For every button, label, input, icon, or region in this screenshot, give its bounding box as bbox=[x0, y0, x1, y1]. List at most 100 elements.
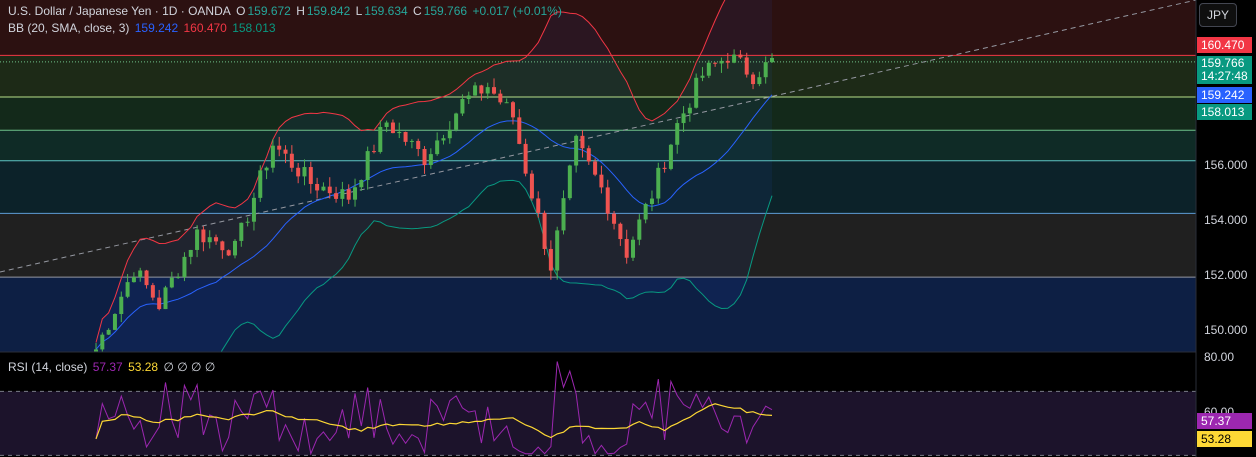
bb-label: BB (20, SMA, close, 3) bbox=[8, 21, 130, 35]
candle-body bbox=[289, 153, 294, 168]
candle-body bbox=[473, 85, 478, 96]
low-value: 159.634 bbox=[364, 4, 408, 18]
change-value: +0.017 (+0.01%) bbox=[472, 4, 562, 18]
candle-body bbox=[397, 131, 402, 134]
candle-body bbox=[416, 140, 421, 150]
candle-body bbox=[428, 154, 433, 166]
candle-body bbox=[176, 277, 181, 279]
candle-body bbox=[447, 129, 452, 139]
candle-body bbox=[119, 296, 124, 315]
candle-body bbox=[353, 187, 358, 200]
candle-body bbox=[245, 221, 250, 223]
candle-body bbox=[422, 149, 427, 166]
candle-body bbox=[744, 57, 749, 75]
candle-body bbox=[492, 87, 497, 94]
candle-body bbox=[631, 239, 636, 258]
upper-band-badge: 160.470 bbox=[1197, 37, 1252, 53]
candle-body bbox=[662, 167, 667, 169]
candle-body bbox=[643, 203, 648, 220]
rsi-value: 57.37 bbox=[92, 360, 123, 374]
candle-body bbox=[719, 60, 724, 64]
countdown: 14:27:48 bbox=[1201, 69, 1248, 83]
candle-body bbox=[485, 87, 490, 94]
candle-body bbox=[201, 229, 206, 243]
candle-body bbox=[738, 54, 743, 58]
rsi-extra: ∅ ∅ ∅ ∅ bbox=[163, 360, 216, 374]
candle-body bbox=[365, 151, 370, 180]
candle-body bbox=[637, 219, 642, 240]
candle-body bbox=[466, 95, 471, 100]
rsi-badge: 57.37 bbox=[1197, 413, 1252, 429]
candle-body bbox=[751, 74, 756, 85]
candle-body bbox=[390, 122, 395, 134]
symbol-legend: U.S. Dollar / Japanese Yen · 1D · OANDA … bbox=[8, 4, 564, 18]
candle-body bbox=[725, 60, 730, 63]
candle-body bbox=[732, 54, 737, 63]
rsi-legend: RSI (14, close) 57.37 53.28 ∅ ∅ ∅ ∅ bbox=[8, 360, 217, 374]
candle-body bbox=[694, 77, 699, 108]
candle-body bbox=[435, 140, 440, 155]
close-label: C bbox=[413, 4, 422, 18]
candle-body bbox=[504, 102, 509, 104]
candle-body bbox=[371, 151, 376, 153]
candle-body bbox=[359, 179, 364, 188]
candle-body bbox=[296, 167, 301, 177]
bb-upper-value: 160.470 bbox=[183, 21, 227, 35]
price-tick-156: 156.000 bbox=[1204, 158, 1248, 172]
rsi-ma-value: 53.28 bbox=[128, 360, 159, 374]
candle-body bbox=[574, 135, 579, 166]
candle-body bbox=[687, 107, 692, 114]
high-value: 159.842 bbox=[306, 4, 351, 18]
candle-body bbox=[561, 198, 566, 231]
candle-body bbox=[169, 277, 174, 288]
candle-body bbox=[106, 329, 111, 335]
currency-button[interactable]: JPY bbox=[1199, 3, 1237, 27]
candle-body bbox=[315, 183, 320, 191]
candle-body bbox=[214, 237, 219, 242]
candle-body bbox=[593, 161, 598, 175]
candle-body bbox=[681, 113, 686, 124]
candle-body bbox=[144, 270, 149, 286]
symbol-title: U.S. Dollar / Japanese Yen · 1D · OANDA bbox=[8, 4, 231, 18]
candle-body bbox=[649, 198, 654, 204]
low-label: L bbox=[355, 4, 363, 18]
open-label: O bbox=[236, 4, 246, 18]
candle-body bbox=[195, 229, 200, 250]
candle-body bbox=[384, 122, 389, 127]
high-label: H bbox=[296, 4, 305, 18]
candle-body bbox=[157, 297, 162, 310]
candle-body bbox=[220, 241, 225, 251]
candle-body bbox=[555, 230, 560, 271]
price-tick-152: 152.000 bbox=[1204, 268, 1248, 282]
candle-body bbox=[321, 186, 326, 191]
candle-body bbox=[302, 167, 307, 177]
candle-body bbox=[112, 314, 117, 330]
open-value: 159.672 bbox=[247, 4, 291, 18]
candle-body bbox=[510, 102, 515, 118]
bb-basis-value: 159.242 bbox=[134, 21, 179, 35]
candle-body bbox=[479, 85, 484, 94]
bb-legend: BB (20, SMA, close, 3) 159.242 160.470 1… bbox=[8, 21, 278, 35]
candle-body bbox=[599, 174, 604, 188]
rsi-label: RSI (14, close) bbox=[8, 360, 88, 374]
candle-body bbox=[441, 138, 446, 141]
candle-body bbox=[138, 270, 143, 278]
candle-body bbox=[454, 113, 459, 130]
candle-body bbox=[182, 256, 187, 278]
chart-canvas[interactable] bbox=[0, 0, 1256, 457]
candle-body bbox=[618, 223, 623, 240]
candle-body bbox=[460, 99, 465, 114]
bb-lower-value: 158.013 bbox=[232, 21, 276, 35]
candle-body bbox=[258, 170, 263, 198]
lower-band-badge: 158.013 bbox=[1197, 104, 1252, 120]
candle-body bbox=[605, 187, 610, 214]
candle-body bbox=[529, 173, 534, 199]
candle-body bbox=[100, 334, 105, 350]
candle-body bbox=[567, 165, 572, 199]
candle-body bbox=[700, 75, 705, 78]
candle-body bbox=[770, 57, 774, 63]
candle-body bbox=[548, 248, 553, 271]
candle-body bbox=[251, 197, 256, 222]
candle-body bbox=[536, 198, 541, 213]
candle-body bbox=[763, 62, 768, 78]
